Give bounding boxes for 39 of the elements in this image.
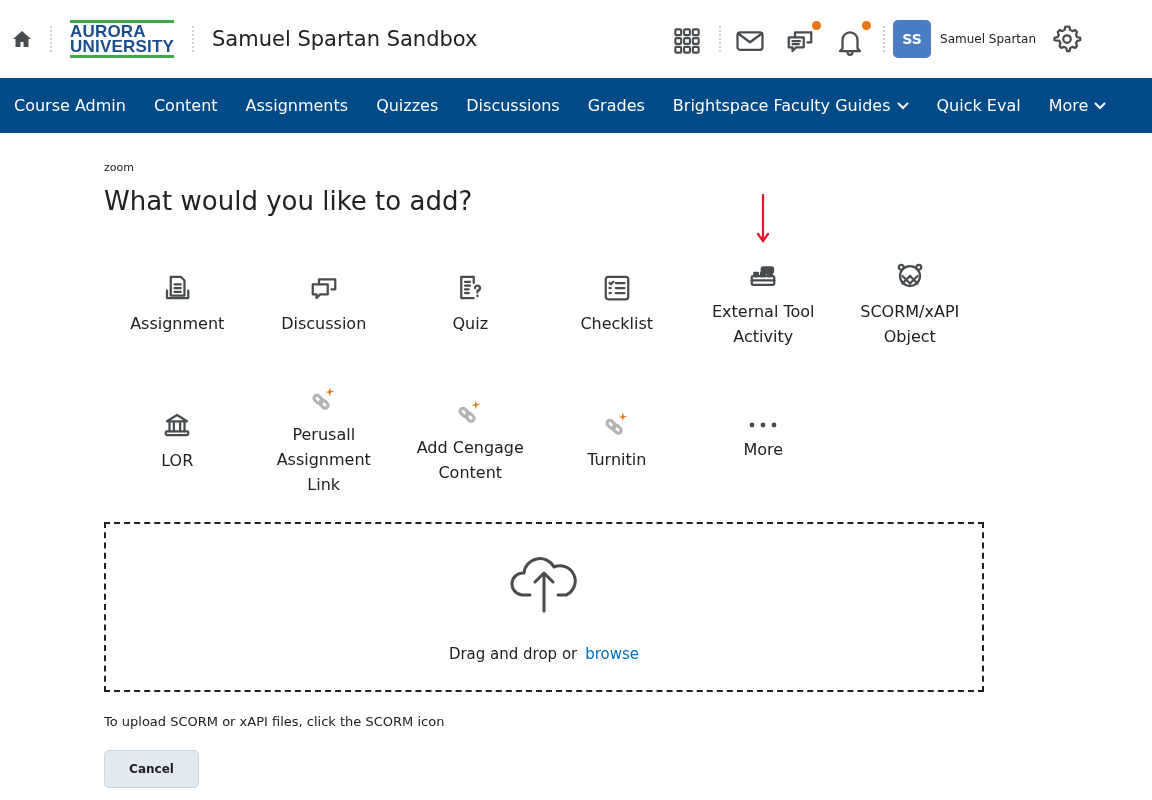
notification-dot — [862, 20, 871, 30]
add-item-option[interactable]: Perusall Assignment Link — [250, 373, 397, 510]
caret-icon — [1094, 101, 1107, 110]
course-title[interactable]: Samuel Spartan Sandbox — [212, 27, 478, 51]
add-item-option[interactable]: Turnitin — [543, 373, 690, 510]
university-logo[interactable]: AURORA UNIVERSITY — [70, 20, 175, 58]
upload-note: To upload SCORM or xAPI files, click the SCORM icon — [104, 714, 446, 729]
add-item-option[interactable]: LOR — [104, 373, 251, 510]
user-name[interactable]: Samuel Spartan — [940, 32, 1036, 46]
browse-link[interactable]: browse — [585, 645, 640, 663]
cancel-button[interactable]: Cancel — [104, 750, 199, 788]
add-item-option[interactable]: SCORM/xAPI Object — [836, 236, 983, 373]
nav-link[interactable]: Discussions — [466, 96, 560, 115]
breadcrumb: zoom — [104, 161, 135, 174]
more-dots-icon — [748, 421, 779, 429]
nav-link[interactable]: Quick Eval — [936, 96, 1021, 115]
add-item-option[interactable]: Discussion — [250, 236, 397, 373]
nav-link[interactable]: Quizzes — [376, 96, 439, 115]
nav-link[interactable]: Grades — [587, 96, 645, 115]
nav-link[interactable]: Brightspace Faculty Guides — [672, 96, 909, 115]
grid-icon — [673, 26, 701, 55]
add-item-option[interactable]: Assignment — [104, 236, 251, 373]
drop-instruction: Drag and drop or — [448, 645, 578, 663]
add-item-option[interactable]: Checklist — [543, 236, 690, 373]
notification-dot — [812, 20, 821, 30]
home-icon[interactable] — [12, 30, 32, 48]
file-drop-zone[interactable]: Drag and drop or browse — [104, 522, 984, 692]
page-heading: What would you like to add? — [104, 186, 474, 216]
nav-link[interactable]: Assignments — [245, 96, 349, 115]
add-item-option[interactable]: External Tool Activity — [690, 236, 837, 373]
user-avatar[interactable]: SS — [893, 20, 931, 58]
add-item-option[interactable]: Add Cengage Content — [397, 373, 544, 510]
nav-link[interactable]: Course Admin — [14, 96, 126, 115]
add-item-option[interactable]: More — [690, 373, 837, 510]
add-item-option[interactable]: Quiz — [397, 236, 544, 373]
settings-icon — [1052, 24, 1082, 54]
nav-link[interactable]: Content — [153, 96, 218, 115]
nav-link[interactable]: More — [1048, 96, 1107, 115]
caret-icon — [896, 101, 909, 110]
